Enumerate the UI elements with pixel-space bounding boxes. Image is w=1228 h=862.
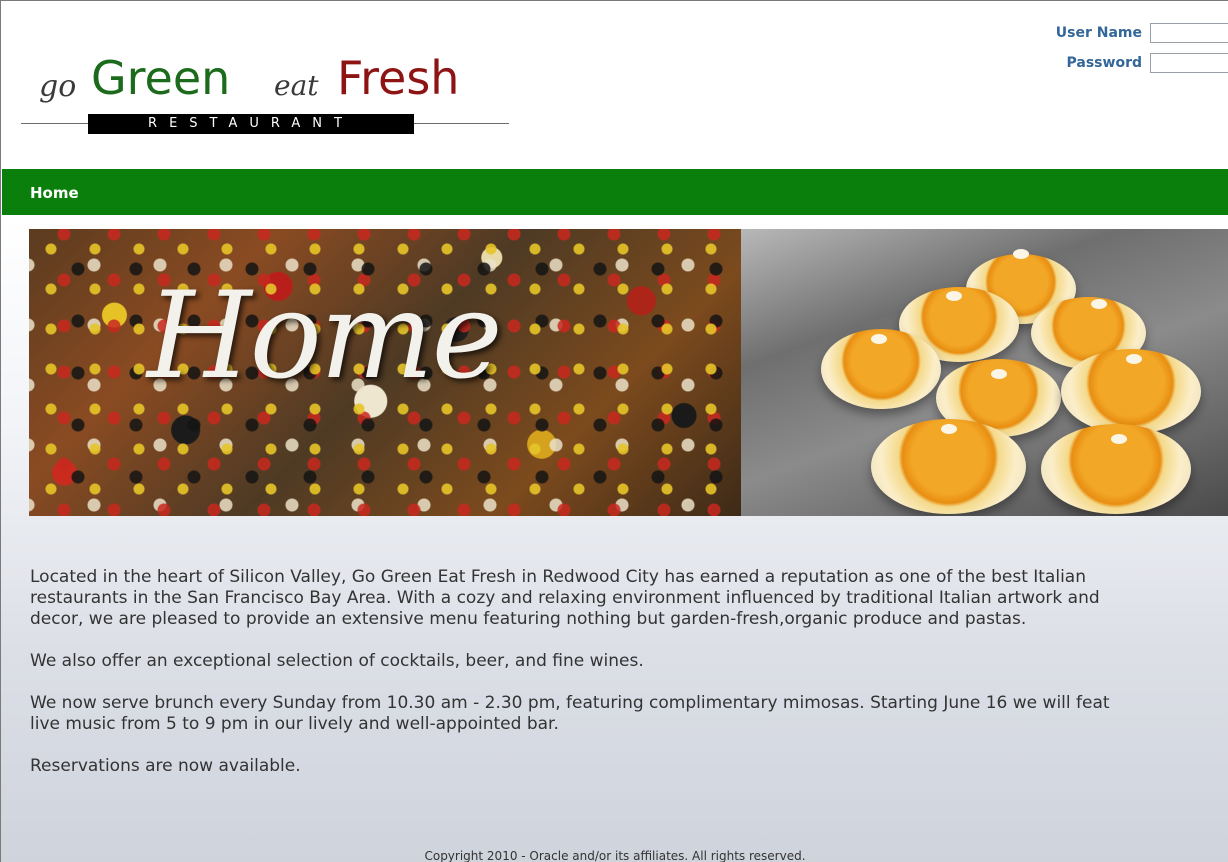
almond — [1091, 299, 1107, 309]
nav-home-link[interactable]: Home — [30, 184, 79, 202]
almond — [1111, 434, 1127, 444]
login-form: User Name Password — [1048, 23, 1228, 83]
almond — [1013, 249, 1029, 259]
intro-paragraph: Located in the heart of Silicon Valley, … — [30, 567, 1228, 630]
footer-copyright: Copyright 2010 - Oracle and/or its affil… — [424, 849, 806, 862]
logo-go: go — [39, 69, 77, 104]
text-line: Located in the heart of Silicon Valley, … — [30, 567, 1086, 587]
text-line: Reservations are now available. — [30, 756, 301, 776]
password-row: Password — [1048, 53, 1228, 77]
drinks-paragraph: We also offer an exceptional selection o… — [30, 651, 1228, 672]
almond — [991, 369, 1007, 379]
username-label: User Name — [1055, 25, 1142, 41]
brunch-paragraph: We now serve brunch every Sunday from 10… — [30, 693, 1228, 735]
text-line: decor, we are pleased to provide an exte… — [30, 609, 1027, 629]
password-label: Password — [1066, 55, 1142, 71]
almond — [946, 291, 962, 301]
almond — [1126, 354, 1142, 364]
reservations-paragraph: Reservations are now available. — [30, 756, 1228, 777]
logo-fresh: Fresh — [337, 51, 460, 105]
text-line: restaurants in the San Francisco Bay Are… — [30, 588, 1100, 608]
password-input[interactable] — [1150, 53, 1228, 73]
logo-green: Green — [91, 51, 231, 105]
text-line: We now serve brunch every Sunday from 10… — [30, 693, 1110, 713]
text-line: live music from 5 to 9 pm in our lively … — [30, 714, 559, 734]
almond — [941, 424, 957, 434]
username-row: User Name — [1048, 23, 1228, 47]
hero-pastry-image — [741, 229, 1228, 516]
page: go Green eat Fresh RESTAURANT User Name … — [0, 0, 1228, 862]
text-line: We also offer an exceptional selection o… — [30, 651, 644, 671]
username-input[interactable] — [1150, 23, 1228, 43]
almond — [871, 334, 887, 344]
hero-title: Home — [147, 267, 503, 406]
logo-eat: eat — [274, 69, 319, 102]
hero-banner: Home — [29, 229, 1228, 516]
main-content: Located in the heart of Silicon Valley, … — [30, 567, 1228, 798]
main-navigation: Home — [2, 169, 1228, 215]
restaurant-logo[interactable]: go Green eat Fresh RESTAURANT — [21, 41, 511, 136]
logo-tagline: RESTAURANT — [88, 114, 414, 134]
